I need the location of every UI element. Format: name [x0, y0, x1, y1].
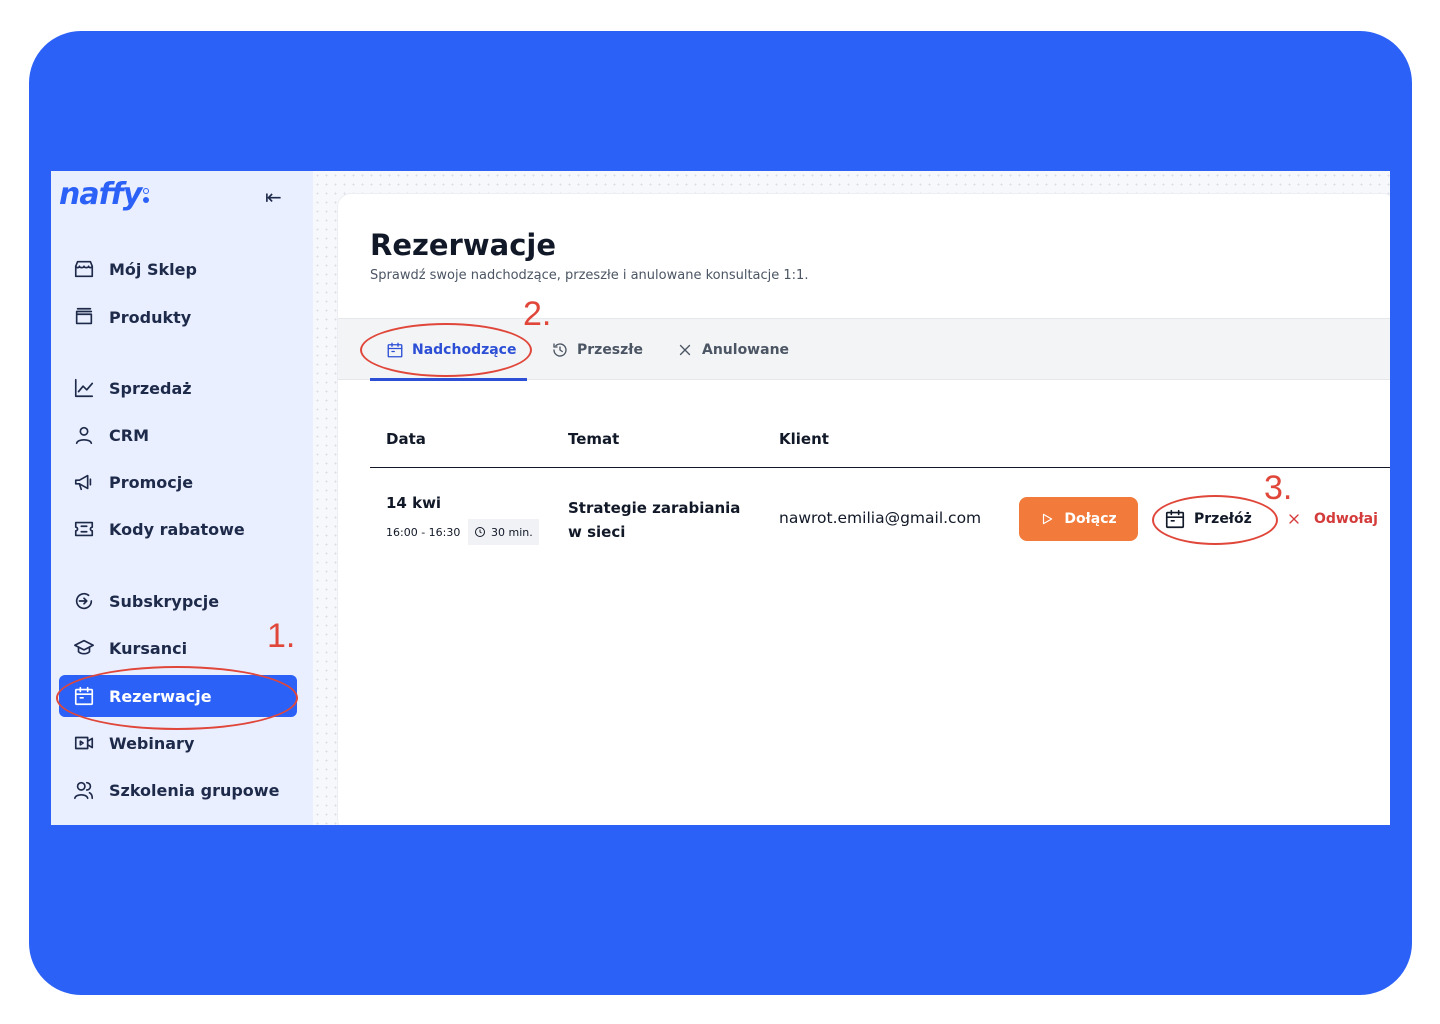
- booking-date: 14 kwi: [386, 494, 442, 512]
- booking-time: 16:00 - 16:30: [386, 526, 461, 539]
- sidebar-item-label: Promocje: [109, 472, 194, 492]
- join-button[interactable]: Dołącz: [1019, 497, 1138, 541]
- sidebar-item-label: Szkolenia grupowe: [109, 780, 280, 800]
- sidebar-item-kody-rabatowe[interactable]: Kody rabatowe: [59, 508, 297, 550]
- calendar-icon: [74, 686, 94, 706]
- ticket-icon: [74, 521, 94, 537]
- cancel-label: Odwołaj: [1314, 511, 1378, 527]
- video-icon: [74, 736, 94, 750]
- users-icon: [74, 781, 94, 800]
- graduation-cap-icon: [74, 639, 94, 655]
- clock-icon: [475, 527, 485, 537]
- sidebar-item-szkolenia-grupowe[interactable]: Szkolenia grupowe: [59, 769, 297, 811]
- booking-topic: Strategie zarabiania w sieci: [568, 499, 741, 541]
- reservations-panel: Rezerwacje Sprawdź swoje nadchodzące, pr…: [337, 193, 1390, 825]
- app-screenshot: naffy ⇤ Mój Sklep Produkty Sprzedaż CRM …: [51, 171, 1390, 825]
- tab-label: Przeszłe: [577, 342, 643, 358]
- collapse-sidebar-icon[interactable]: ⇤: [265, 185, 282, 209]
- cancel-booking-button[interactable]: Odwołaj: [1286, 497, 1378, 541]
- join-label: Dołącz: [1064, 511, 1117, 527]
- megaphone-icon: [74, 474, 92, 491]
- client-email: nawrot.emilia@gmail.com: [779, 509, 982, 527]
- subscription-icon: [75, 592, 93, 610]
- chart-line-icon: [74, 378, 94, 398]
- close-icon: [679, 344, 691, 356]
- sidebar-item-label: Kursanci: [109, 638, 188, 658]
- reschedule-button[interactable]: Przełóż: [1164, 497, 1252, 541]
- store-icon: [74, 260, 94, 278]
- column-header-klient: Klient: [779, 430, 829, 448]
- sidebar-item-label: Kody rabatowe: [109, 519, 245, 539]
- tab-nadchodzace[interactable]: Nadchodzące: [386, 319, 516, 381]
- history-icon: [553, 343, 567, 357]
- calendar-icon: [387, 342, 403, 358]
- play-icon: [1043, 513, 1053, 525]
- sidebar-item-label: Subskrypcje: [109, 591, 220, 611]
- sidebar-item-moj-sklep[interactable]: Mój Sklep: [59, 248, 297, 290]
- sidebar-item-subskrypcje[interactable]: Subskrypcje: [59, 580, 297, 622]
- annotation-label-3: 3.: [1264, 469, 1293, 507]
- close-icon: [1289, 514, 1299, 524]
- sidebar-item-webinary[interactable]: Webinary: [59, 722, 297, 764]
- sidebar-item-label: Produkty: [109, 307, 192, 327]
- sidebar-item-label: Rezerwacje: [109, 686, 212, 706]
- column-header-data: Data: [386, 430, 426, 448]
- sidebar-item-promocje[interactable]: Promocje: [59, 461, 297, 503]
- sidebar-item-label: Webinary: [109, 733, 195, 753]
- tab-label: Nadchodzące: [412, 342, 517, 358]
- annotation-label-2: 2.: [523, 295, 552, 333]
- page-title: Rezerwacje: [370, 228, 557, 262]
- duration-badge: 30 min.: [468, 519, 539, 545]
- calendar-icon: [1165, 509, 1185, 529]
- tab-anulowane[interactable]: Anulowane: [676, 319, 789, 381]
- tab-przeszle[interactable]: Przeszłe: [551, 319, 643, 381]
- folder-icon: [75, 307, 93, 325]
- sidebar: naffy ⇤ Mój Sklep Produkty Sprzedaż CRM …: [51, 171, 313, 825]
- page-subtitle: Sprawdź swoje nadchodzące, przeszłe i an…: [370, 268, 809, 283]
- app-logo[interactable]: naffy: [59, 177, 150, 212]
- sidebar-item-label: CRM: [109, 425, 149, 445]
- sidebar-item-label: Mój Sklep: [109, 259, 197, 279]
- column-header-temat: Temat: [568, 430, 620, 448]
- sidebar-item-produkty[interactable]: Produkty: [59, 296, 297, 338]
- sidebar-item-crm[interactable]: CRM: [59, 414, 297, 456]
- user-icon: [75, 426, 93, 445]
- annotation-label-1: 1.: [267, 617, 296, 655]
- reschedule-label: Przełóż: [1194, 511, 1252, 527]
- table-header-divider: [370, 467, 1390, 468]
- sidebar-item-rezerwacje[interactable]: Rezerwacje: [59, 675, 297, 717]
- tab-label: Anulowane: [702, 342, 790, 358]
- sidebar-item-kursanci[interactable]: Kursanci: [59, 627, 297, 669]
- active-tab-indicator: [370, 378, 527, 381]
- duration-label: 30 min.: [491, 525, 533, 539]
- tab-bar: Nadchodzące Przeszłe Anulowane: [338, 318, 1390, 381]
- sidebar-item-label: Sprzedaż: [109, 378, 192, 398]
- sidebar-item-sprzedaz[interactable]: Sprzedaż: [59, 367, 297, 409]
